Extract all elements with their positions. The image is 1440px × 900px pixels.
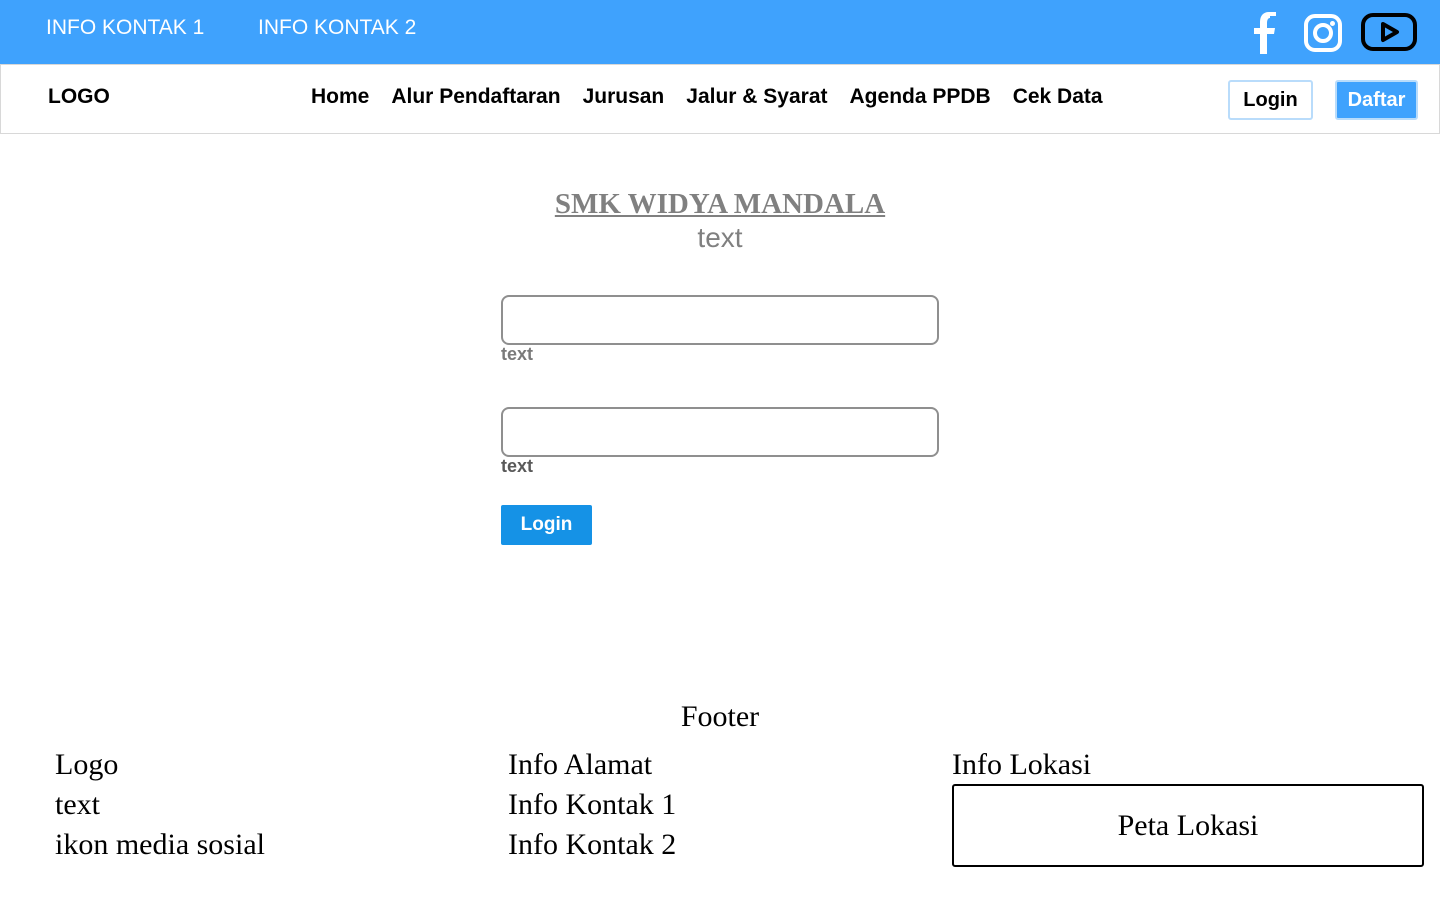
- logo[interactable]: LOGO: [48, 85, 110, 109]
- page-title-text: SMK WIDYA MANDALA: [554, 188, 886, 220]
- login-submit-button[interactable]: Login: [501, 505, 592, 545]
- nav-menu: Home Alur Pendaftaran Jurusan Jalur & Sy…: [311, 85, 1103, 109]
- footer-column-location: Info Lokasi: [952, 745, 1091, 785]
- footer-info-alamat: Info Alamat: [508, 748, 653, 781]
- youtube-icon[interactable]: [1360, 10, 1418, 54]
- footer-info-kontak-1: Info Kontak 1: [508, 788, 677, 821]
- login-field-2-label: text: [501, 456, 534, 476]
- contact-info-1: INFO KONTAK 1: [46, 16, 205, 39]
- footer-column-contact: Info Alamat Info Kontak 1 Info Kontak 2: [508, 745, 676, 865]
- contact-info-2: INFO KONTAK 2: [258, 16, 417, 39]
- instagram-icon[interactable]: [1302, 10, 1344, 54]
- facebook-icon[interactable]: [1250, 10, 1282, 54]
- login-field-1-label: text: [501, 344, 534, 364]
- nav-item-jalur-syarat[interactable]: Jalur & Syarat: [686, 85, 827, 109]
- nav-daftar-button[interactable]: Daftar: [1335, 80, 1418, 120]
- login-field-2[interactable]: [501, 407, 939, 457]
- page-subtitle: text: [697, 222, 743, 253]
- login-field-1[interactable]: [501, 295, 939, 345]
- nav-item-agenda-ppdb[interactable]: Agenda PPDB: [850, 85, 991, 109]
- footer-logo: Logo: [55, 748, 119, 781]
- location-map[interactable]: Peta Lokasi: [952, 784, 1424, 867]
- footer-info-lokasi: Info Lokasi: [952, 748, 1092, 781]
- nav-item-jurusan[interactable]: Jurusan: [583, 85, 665, 109]
- footer-social-media: ikon media sosial: [55, 828, 265, 861]
- page-title: SMK WIDYA MANDALA: [0, 188, 1440, 221]
- main-navbar: LOGO Home Alur Pendaftaran Jurusan Jalur…: [0, 64, 1440, 134]
- footer-column-brand: Logo text ikon media sosial: [55, 745, 265, 865]
- footer-text: text: [55, 788, 100, 821]
- footer-title: Footer: [680, 700, 760, 733]
- nav-item-alur-pendaftaran[interactable]: Alur Pendaftaran: [391, 85, 560, 109]
- nav-item-home[interactable]: Home: [311, 85, 369, 109]
- top-info-bar: INFO KONTAK 1 INFO KONTAK 2: [0, 0, 1440, 64]
- nav-item-cek-data[interactable]: Cek Data: [1013, 85, 1103, 109]
- footer-info-kontak-2: Info Kontak 2: [508, 828, 677, 861]
- nav-login-button[interactable]: Login: [1228, 80, 1313, 120]
